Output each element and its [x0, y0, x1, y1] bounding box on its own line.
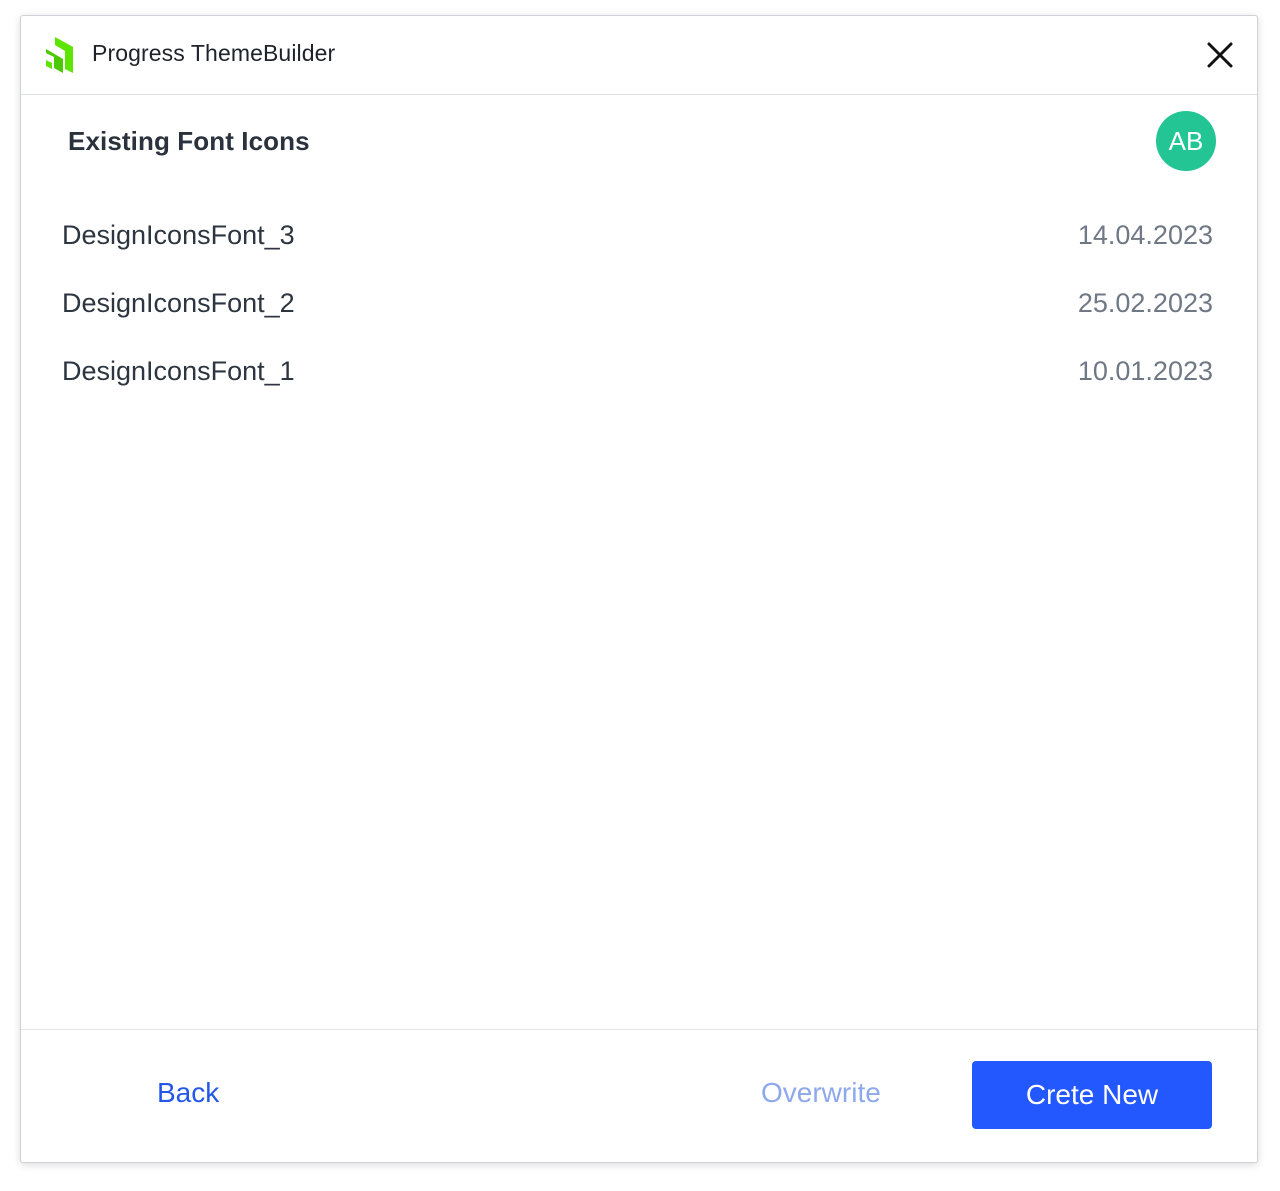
font-list-item[interactable]: DesignIconsFont_2 25.02.2023	[21, 272, 1257, 340]
font-list-item[interactable]: DesignIconsFont_3 14.04.2023	[21, 204, 1257, 272]
back-button[interactable]: Back	[157, 1077, 219, 1109]
user-avatar[interactable]: AB	[1156, 111, 1216, 171]
font-name: DesignIconsFont_3	[62, 220, 295, 250]
create-new-button[interactable]: Crete New	[972, 1061, 1212, 1129]
app-title: Progress ThemeBuilder	[92, 40, 336, 66]
font-name: DesignIconsFont_2	[62, 288, 295, 318]
close-icon[interactable]	[1205, 40, 1235, 70]
theme-builder-dialog: Progress ThemeBuilder Existing Font Icon…	[20, 15, 1258, 1163]
dialog-titlebar: Progress ThemeBuilder	[21, 16, 1257, 95]
font-name: DesignIconsFont_1	[62, 356, 295, 386]
font-date: 25.02.2023	[1077, 288, 1213, 318]
section-title: Existing Font Icons	[68, 126, 310, 156]
font-date: 10.01.2023	[1077, 356, 1213, 386]
overwrite-button[interactable]: Overwrite	[761, 1077, 881, 1109]
font-icons-list: DesignIconsFont_3 14.04.2023 DesignIcons…	[21, 204, 1257, 408]
font-date: 14.04.2023	[1077, 220, 1213, 250]
dialog-footer: Back Overwrite Crete New	[21, 1029, 1257, 1163]
font-list-item[interactable]: DesignIconsFont_1 10.01.2023	[21, 340, 1257, 408]
progress-logo-icon	[46, 37, 73, 73]
